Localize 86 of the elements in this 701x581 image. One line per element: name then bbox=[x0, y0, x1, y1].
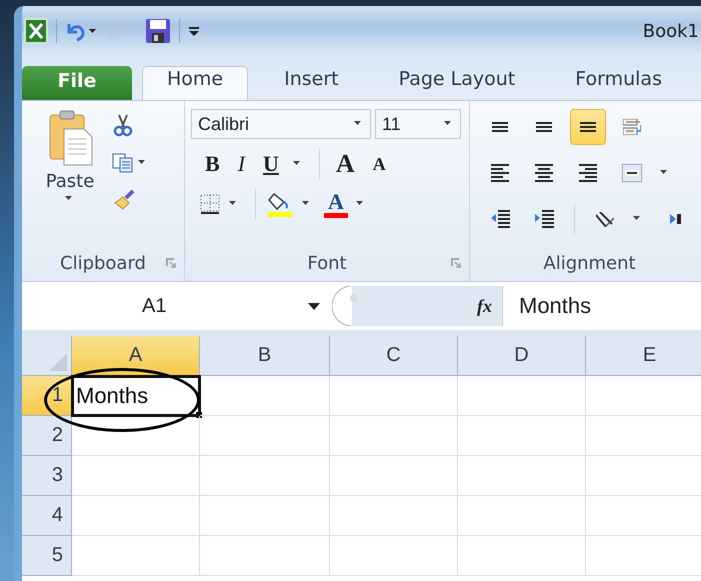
ribbon-tab[interactable]: Formulas bbox=[551, 66, 686, 100]
align-right-icon bbox=[579, 164, 597, 182]
column-header[interactable]: A bbox=[72, 336, 200, 376]
caret-icon bbox=[65, 196, 75, 202]
name-box[interactable]: A1 bbox=[22, 286, 332, 326]
borders-icon[interactable] bbox=[199, 193, 221, 215]
table-cell[interactable] bbox=[458, 496, 586, 536]
caret-icon bbox=[308, 302, 320, 310]
paste-button[interactable]: Paste bbox=[28, 109, 112, 245]
row-header[interactable]: 5 bbox=[22, 536, 72, 576]
table-cell[interactable] bbox=[458, 456, 586, 496]
align-bottom-icon bbox=[580, 122, 596, 132]
table-cell[interactable] bbox=[200, 496, 330, 536]
caret-icon[interactable] bbox=[633, 216, 643, 222]
underline-button[interactable]: U bbox=[257, 151, 285, 177]
table-cell[interactable] bbox=[458, 376, 586, 416]
caret-icon[interactable] bbox=[356, 201, 366, 207]
group-label: Clipboard bbox=[60, 252, 146, 274]
row-header[interactable]: 3 bbox=[22, 456, 72, 496]
shrink-font-button[interactable]: A bbox=[366, 151, 392, 177]
ribbon-tab[interactable]: Home bbox=[142, 66, 248, 100]
table-cell[interactable] bbox=[200, 456, 330, 496]
table-cell[interactable] bbox=[458, 416, 586, 456]
align-top-icon bbox=[492, 122, 508, 132]
group-label: Alignment bbox=[543, 252, 636, 274]
row-header[interactable]: 2 bbox=[22, 416, 72, 456]
group-label: Font bbox=[307, 252, 347, 274]
select-all-button[interactable] bbox=[22, 336, 72, 376]
orientation-icon bbox=[596, 212, 614, 226]
table-cell[interactable] bbox=[330, 456, 458, 496]
table-cell[interactable]: Months bbox=[72, 376, 200, 416]
table-cell[interactable] bbox=[330, 536, 458, 576]
caret-icon[interactable] bbox=[660, 170, 670, 176]
copy-icon[interactable] bbox=[112, 153, 134, 173]
table-cell[interactable] bbox=[72, 496, 200, 536]
table-cell[interactable] bbox=[72, 536, 200, 576]
row-header[interactable]: 4 bbox=[22, 496, 72, 536]
table-cell[interactable] bbox=[330, 496, 458, 536]
table-cell[interactable] bbox=[200, 376, 330, 416]
caret-icon[interactable] bbox=[138, 160, 148, 166]
format-painter-icon[interactable] bbox=[112, 189, 136, 211]
caret-icon[interactable] bbox=[229, 201, 239, 207]
formula-input[interactable]: Months bbox=[502, 286, 701, 326]
outdent-icon bbox=[490, 210, 510, 228]
caret-icon[interactable] bbox=[292, 161, 303, 167]
save-icon[interactable] bbox=[145, 18, 171, 44]
caret-icon bbox=[354, 121, 364, 127]
table-cell[interactable] bbox=[458, 536, 586, 576]
caret-icon[interactable] bbox=[302, 201, 312, 207]
align-center-icon bbox=[535, 164, 553, 182]
ribbon-tab[interactable]: Page Layout bbox=[374, 66, 540, 100]
ribbon-tab[interactable]: Insert bbox=[260, 66, 363, 100]
table-cell[interactable] bbox=[200, 416, 330, 456]
caret-icon bbox=[444, 121, 454, 127]
align-bottom-button[interactable] bbox=[570, 109, 606, 145]
table-cell[interactable] bbox=[72, 416, 200, 456]
dialog-launcher-icon[interactable] bbox=[450, 257, 461, 268]
indent-icon bbox=[534, 210, 554, 228]
align-middle-icon bbox=[536, 122, 552, 132]
column-header[interactable]: D bbox=[458, 336, 586, 376]
excel-app-icon[interactable] bbox=[24, 18, 48, 44]
wrap-icon bbox=[623, 119, 641, 135]
row-header[interactable]: 1 bbox=[22, 376, 72, 416]
dialog-launcher-icon[interactable] bbox=[165, 257, 176, 268]
table-cell[interactable] bbox=[200, 536, 330, 576]
table-cell[interactable] bbox=[72, 456, 200, 496]
italic-button[interactable]: I bbox=[232, 151, 252, 177]
window-title: Book1 bbox=[642, 20, 699, 42]
file-tab[interactable]: File bbox=[22, 66, 132, 100]
grow-font-button[interactable]: A bbox=[330, 151, 361, 177]
fill-color-icon[interactable] bbox=[266, 191, 294, 217]
cut-icon[interactable] bbox=[112, 113, 134, 137]
column-header[interactable]: C bbox=[330, 336, 458, 376]
insert-function-button[interactable]: fx bbox=[477, 296, 492, 316]
font-size-field[interactable]: 11 bbox=[375, 109, 461, 139]
table-cell[interactable] bbox=[330, 376, 458, 416]
customize-toolbar-icon[interactable] bbox=[188, 25, 200, 37]
table-cell[interactable] bbox=[330, 416, 458, 456]
column-header[interactable]: B bbox=[200, 336, 330, 376]
rtl-icon bbox=[670, 214, 680, 224]
align-left-icon bbox=[491, 164, 509, 182]
merge-icon bbox=[622, 164, 642, 182]
column-header[interactable]: E bbox=[586, 336, 701, 376]
font-color-button[interactable]: A bbox=[324, 190, 348, 218]
bold-button[interactable]: B bbox=[199, 151, 226, 177]
font-name-field[interactable]: Calibri bbox=[191, 109, 371, 139]
